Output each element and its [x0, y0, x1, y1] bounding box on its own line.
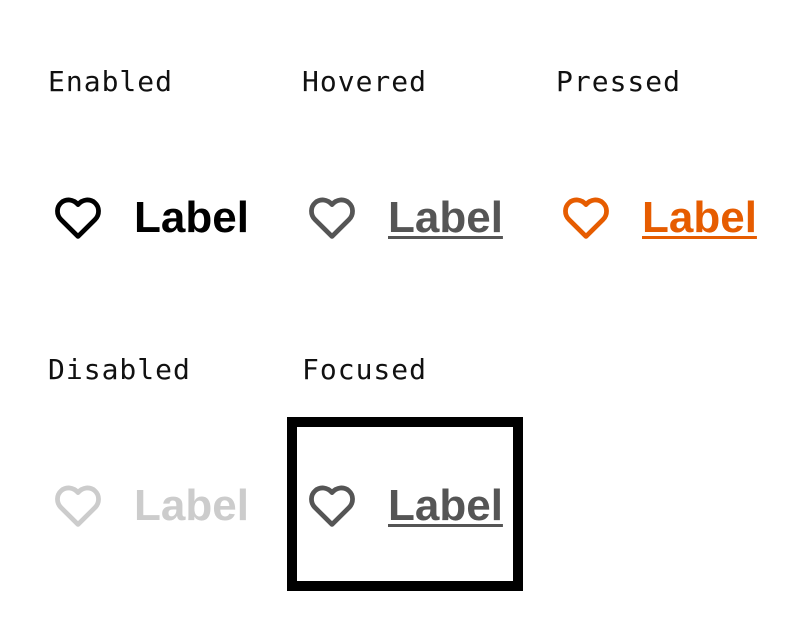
enabled-label-button[interactable]: Label — [50, 188, 249, 248]
focused-label-button[interactable]: Label — [304, 476, 503, 536]
disabled-state-title: Disabled — [48, 353, 191, 386]
heart-outline-icon — [55, 197, 101, 239]
heart-outline-icon — [55, 485, 101, 527]
heart-outline-icon — [563, 197, 609, 239]
enabled-button-label: Label — [134, 193, 249, 242]
hovered-state-title: Hovered — [302, 65, 428, 98]
disabled-button-label: Label — [134, 481, 249, 530]
enabled-state-title: Enabled — [48, 65, 174, 98]
disabled-label-button: Label — [50, 476, 249, 536]
pressed-state-title: Pressed — [556, 65, 682, 98]
focused-state-title: Focused — [302, 353, 428, 386]
pressed-button-label: Label — [642, 193, 757, 242]
heart-outline-icon — [309, 197, 355, 239]
heart-outline-icon — [309, 485, 355, 527]
pressed-label-button[interactable]: Label — [558, 188, 757, 248]
focused-button-label: Label — [388, 481, 503, 530]
hovered-label-button[interactable]: Label — [304, 188, 503, 248]
hovered-button-label: Label — [388, 193, 503, 242]
